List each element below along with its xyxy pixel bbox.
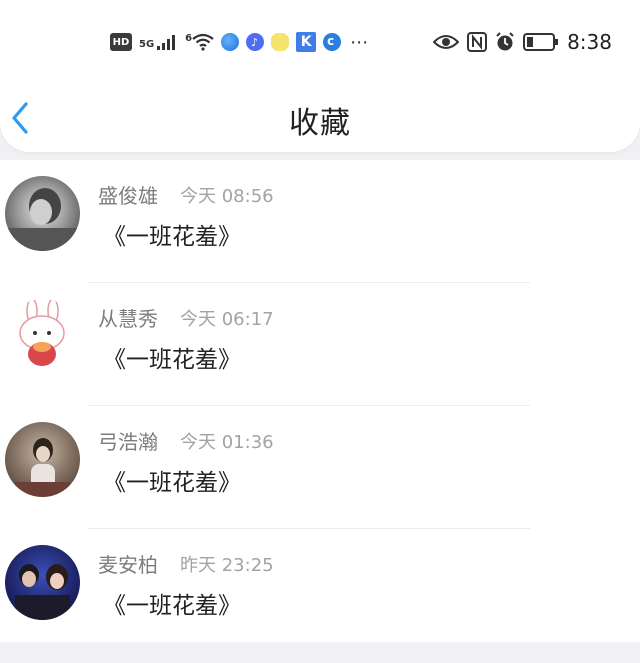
avatar[interactable]	[5, 545, 80, 620]
favorite-title[interactable]: 《一班花羞》	[103, 217, 241, 251]
k-app-icon: K	[296, 32, 317, 52]
favorite-title[interactable]: 《一班花羞》	[103, 340, 241, 374]
c-app-icon: c	[323, 33, 342, 51]
timestamp: 今天 01:36	[180, 432, 274, 453]
avatar-couple-photo	[15, 564, 70, 620]
timestamp: 今天 08:56	[180, 186, 274, 207]
timestamp: 昨天 23:25	[180, 555, 274, 576]
signal-label: 5G	[139, 39, 155, 50]
wifi-icon: 6	[185, 33, 214, 51]
avatar[interactable]	[5, 299, 80, 374]
page-title: 收藏	[289, 106, 351, 141]
signal-bars-icon	[157, 35, 176, 50]
app-icon	[221, 33, 240, 51]
avatar-girl-photo	[15, 438, 70, 497]
status-icons-right: 8:38	[433, 28, 612, 56]
music-icon: ♪	[246, 33, 265, 51]
avatar-photo	[5, 188, 80, 251]
list-item[interactable]: 弓浩瀚 今天 01:36 《一班花羞》	[0, 406, 640, 529]
status-time: 8:38	[567, 30, 612, 54]
alarm-icon	[496, 32, 514, 51]
page-header: 收藏	[0, 82, 640, 152]
hd-icon: HD	[110, 33, 132, 51]
user-name: 弓浩瀚	[98, 430, 158, 454]
timestamp: 今天 06:17	[180, 309, 274, 330]
nfc-icon	[467, 32, 488, 52]
user-name: 盛俊雄	[98, 184, 158, 208]
favorites-list: 盛俊雄 今天 08:56 《一班花羞》 从慧秀 今天 06:17 《一班花羞》	[0, 160, 640, 642]
favorite-title[interactable]: 《一班花羞》	[103, 463, 241, 497]
avatar[interactable]	[5, 176, 80, 251]
user-name: 麦安柏	[98, 553, 158, 577]
signal-icon: 5G	[139, 34, 178, 50]
wifi-label: 6	[185, 33, 193, 44]
bottom-strip	[0, 642, 640, 663]
eye-icon	[433, 35, 460, 49]
status-icons-left: HD 5G 6 ♪ K c ⋯	[110, 28, 368, 56]
status-bar: HD 5G 6 ♪ K c ⋯ 8:38	[0, 0, 640, 82]
list-item[interactable]: 从慧秀 今天 06:17 《一班花羞》	[0, 283, 640, 406]
avatar-bunny-cartoon	[19, 299, 65, 366]
avatar[interactable]	[5, 422, 80, 497]
battery-icon	[523, 33, 559, 51]
list-item[interactable]: 盛俊雄 今天 08:56 《一班花羞》	[0, 160, 640, 283]
user-name: 从慧秀	[98, 307, 158, 331]
favorite-title[interactable]: 《一班花羞》	[103, 586, 241, 620]
weather-icon	[271, 33, 290, 51]
list-item[interactable]: 麦安柏 昨天 23:25 《一班花羞》	[0, 529, 640, 652]
more-icon: ⋯	[350, 31, 369, 53]
